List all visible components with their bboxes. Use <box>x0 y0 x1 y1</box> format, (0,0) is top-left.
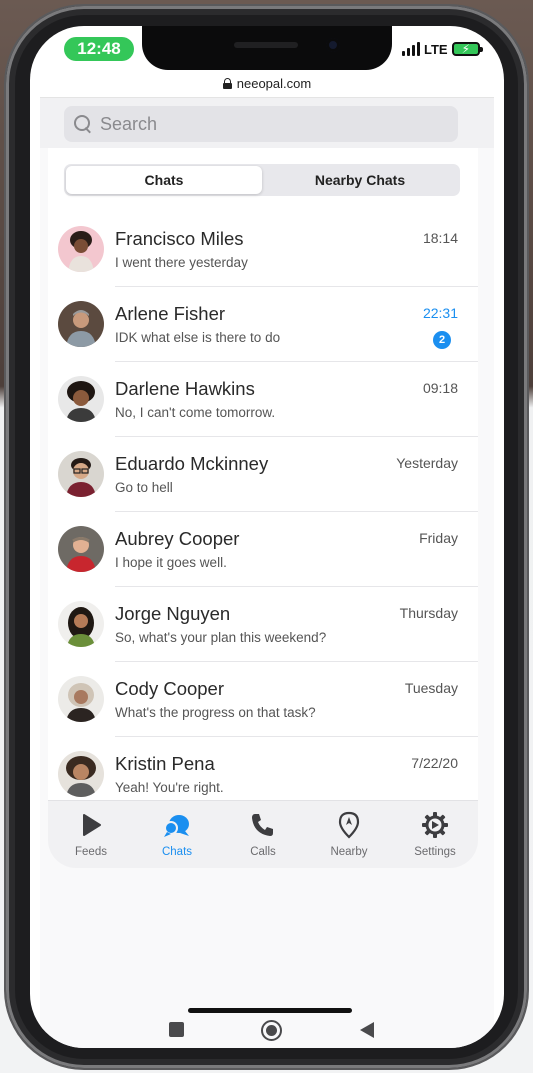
search-input[interactable] <box>100 113 430 135</box>
contact-name: Cody Cooper <box>115 678 225 699</box>
search-icon <box>74 115 92 133</box>
chat-panel: Chats Nearby Chats Francisco Miles I wen… <box>48 148 478 812</box>
message-preview: I hope it goes well. <box>115 555 227 570</box>
chat-row[interactable]: Arlene Fisher IDK what else is there to … <box>48 287 478 362</box>
tab-settings[interactable]: Settings <box>392 801 478 868</box>
browser-url-bar[interactable]: neeopal.com <box>40 70 494 98</box>
contact-name: Jorge Nguyen <box>115 603 231 624</box>
avatar <box>58 301 104 347</box>
message-time: 7/22/20 <box>411 755 458 771</box>
gear-icon <box>422 812 448 838</box>
avatar <box>58 451 104 497</box>
chat-bubbles-icon <box>164 815 189 837</box>
home-indicator[interactable] <box>188 1008 352 1013</box>
chat-row[interactable]: Darlene Hawkins No, I can't come tomorro… <box>48 362 478 437</box>
tab-label: Calls <box>250 846 276 858</box>
message-preview: Yeah! You're right. <box>115 780 224 795</box>
chat-row[interactable]: Cody Cooper What's the progress on that … <box>48 662 478 737</box>
url-text: neeopal.com <box>236 76 312 91</box>
message-time: Yesterday <box>396 455 458 471</box>
message-time: 22:31 <box>422 305 458 321</box>
phone-screen: 12:48 LTE ⚡ neeopal.com Chats Nearby Cha… <box>30 26 504 1048</box>
contact-name: Aubrey Cooper <box>115 528 240 549</box>
tab-nearby[interactable]: Nearby <box>306 801 392 868</box>
tab-label: Chats <box>161 846 193 858</box>
chat-row[interactable]: Jorge Nguyen So, what's your plan this w… <box>48 587 478 662</box>
message-preview: No, I can't come tomorrow. <box>115 405 276 420</box>
chat-row[interactable]: Eduardo Mckinney Go to hell Yesterday <box>48 437 478 512</box>
contact-name: Eduardo Mckinney <box>115 453 269 474</box>
tab-label: Nearby <box>330 846 368 858</box>
play-icon <box>83 814 101 836</box>
battery-charging-icon: ⚡ <box>451 42 483 56</box>
contact-name: Arlene Fisher <box>115 303 226 324</box>
avatar <box>58 751 104 797</box>
tab-nearby-chats[interactable]: Nearby Chats <box>262 166 458 194</box>
avatar <box>58 226 104 272</box>
tab-calls[interactable]: Calls <box>220 801 306 868</box>
chat-row[interactable]: Francisco Miles I went there yesterday 1… <box>48 212 478 287</box>
segmented-control: Chats Nearby Chats <box>64 164 460 196</box>
tab-label: Settings <box>414 846 456 858</box>
unread-badge: 2 <box>433 331 451 349</box>
message-time: Friday <box>419 530 458 546</box>
message-time: 18:14 <box>422 230 458 246</box>
contact-name: Francisco Miles <box>115 228 244 249</box>
contact-name: Kristin Pena <box>115 753 215 774</box>
bottom-tab-bar: Feeds Chats Calls Nearby Settings <box>48 800 478 868</box>
back-icon[interactable] <box>360 1022 374 1038</box>
message-time: Tuesday <box>404 680 458 696</box>
lock-icon <box>222 78 232 89</box>
speaker <box>234 42 298 48</box>
avatar <box>58 376 104 422</box>
chat-row[interactable]: Aubrey Cooper I hope it goes well. Frida… <box>48 512 478 587</box>
location-pin-icon <box>338 811 360 839</box>
tab-chats[interactable]: Chats <box>66 166 262 194</box>
message-preview: What's the progress on that task? <box>115 705 316 720</box>
contact-name: Darlene Hawkins <box>115 378 255 399</box>
status-indicators: LTE ⚡ <box>402 40 483 58</box>
phone-icon <box>252 814 273 836</box>
tab-chats-nav[interactable]: Chats <box>134 801 220 868</box>
recent-apps-icon[interactable] <box>169 1022 184 1037</box>
message-preview: Go to hell <box>115 480 173 495</box>
tab-feeds[interactable]: Feeds <box>48 801 134 868</box>
app-content: Chats Nearby Chats Francisco Miles I we <box>40 98 494 1048</box>
message-preview: So, what's your plan this weekend? <box>115 630 327 645</box>
front-camera <box>326 38 340 52</box>
tab-label: Feeds <box>75 846 107 858</box>
chat-list: Francisco Miles I went there yesterday 1… <box>48 212 478 812</box>
search-bar <box>40 98 494 148</box>
search-box[interactable] <box>64 106 458 142</box>
avatar <box>58 526 104 572</box>
status-time: 12:48 <box>64 37 134 61</box>
home-button-icon[interactable] <box>261 1020 282 1041</box>
notch <box>142 26 392 70</box>
avatar <box>58 676 104 722</box>
signal-bars-icon <box>402 42 420 56</box>
network-label: LTE <box>424 41 448 57</box>
avatar <box>58 601 104 647</box>
message-time: Thursday <box>399 605 458 621</box>
message-preview: I went there yesterday <box>115 255 248 270</box>
message-preview: IDK what else is there to do <box>115 330 281 345</box>
message-time: 09:18 <box>422 380 458 396</box>
